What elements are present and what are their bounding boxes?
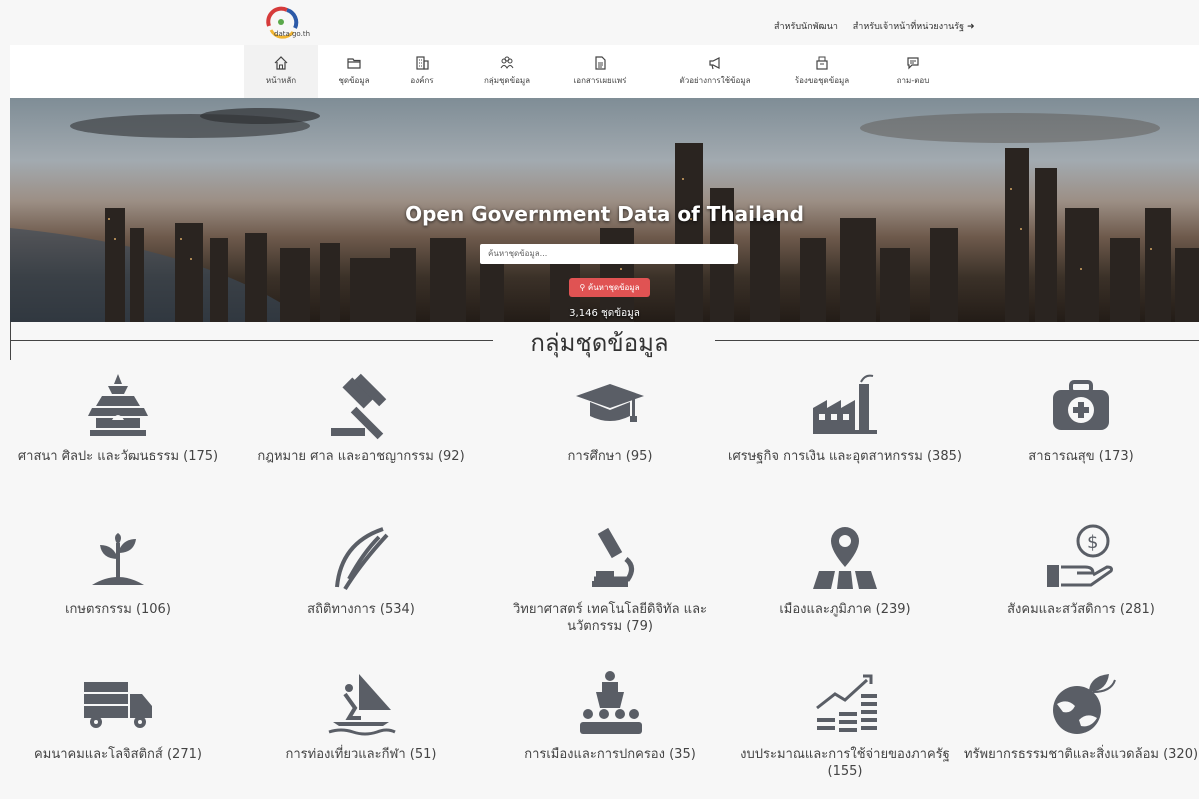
category-tourism-sports[interactable]: การท่องเที่ยวและกีฬา (51) <box>243 668 479 763</box>
category-label: คมนาคมและโลจิสติกส์ (271) <box>34 747 202 762</box>
developer-link[interactable]: สำหรับนักพัฒนา <box>774 22 838 32</box>
category-label: ทรัพยากรธรรมชาติและสิ่งแวดล้อม (320) <box>963 747 1199 762</box>
svg-text:$: $ <box>1087 532 1098 553</box>
category-label: กฎหมาย ศาล และอาชญากรรม (92) <box>257 449 465 464</box>
category-label: วิทยาศาสตร์ เทคโนโลยีดิจิทัล และนวัตกรรม… <box>512 602 708 634</box>
category-law[interactable]: กฎหมาย ศาล และอาชญากรรม (92) <box>243 370 479 465</box>
temple-icon <box>88 374 148 436</box>
nav-label: เอกสารเผยแพร่ <box>573 76 627 85</box>
gavel-icon <box>331 373 387 440</box>
logo-text: data.go.th <box>274 30 311 38</box>
category-environment[interactable]: ทรัพยากรธรรมชาติและสิ่งแวดล้อม (320) <box>963 668 1199 763</box>
building-icon <box>416 56 429 70</box>
category-city-region[interactable]: เมืองและภูมิภาค (239) <box>727 523 963 618</box>
nav-label: องค์กร <box>410 76 434 85</box>
category-label: เกษตรกรรม (106) <box>65 602 171 617</box>
top-links: สำหรับนักพัฒนา สำหรับเจ้าหน้าที่หน่วยงาน… <box>774 19 987 33</box>
medical-kit-icon <box>1053 380 1109 430</box>
category-education[interactable]: การศึกษา (95) <box>492 370 728 465</box>
top-bar: data.go.th สำหรับนักพัฒนา สำหรับเจ้าหน้า… <box>10 0 1199 45</box>
money-hand-icon: $ <box>1047 524 1113 587</box>
microscope-icon <box>592 527 634 587</box>
nav-label: หน้าหลัก <box>265 76 297 85</box>
hero-search-input[interactable]: ค้นหาชุดข้อมูล... <box>480 244 738 264</box>
megaphone-icon <box>709 57 720 70</box>
category-label: สถิติทางการ (534) <box>307 602 415 617</box>
category-religion-culture[interactable]: ศาสนา ศิลปะ และวัฒนธรรม (175) <box>0 370 236 465</box>
nav-item-organizations[interactable]: องค์กร <box>385 45 459 98</box>
document-icon <box>595 56 606 70</box>
search-icon: ⚲ <box>579 283 586 292</box>
main-nav: หน้าหลัก ชุดข้อมูล องค์กร กลุ่มชุดข้อมูล… <box>10 45 1199 98</box>
nav-item-groups[interactable]: กลุ่มชุดข้อมูล <box>470 45 544 98</box>
factory-icon <box>813 374 877 434</box>
category-health[interactable]: สาธารณสุข (173) <box>963 370 1199 465</box>
hero-title: Open Government Data of Thailand <box>405 202 804 226</box>
nav-item-request[interactable]: ร้องขอชุดข้อมูล <box>780 45 864 98</box>
request-icon <box>816 56 828 70</box>
hero-banner: Open Government Data of Thailand ค้นหาชุ… <box>10 98 1199 322</box>
home-icon <box>274 56 288 70</box>
statistics-icon <box>335 527 389 591</box>
nav-label: ชุดข้อมูล <box>338 76 370 85</box>
nav-label: ถาม-ตอบ <box>896 76 930 85</box>
category-label: สาธารณสุข (173) <box>1028 449 1134 464</box>
nav-item-documents[interactable]: เอกสารเผยแพร่ <box>563 45 637 98</box>
windsurf-icon <box>328 674 396 736</box>
category-label: เศรษฐกิจ การเงิน และอุตสาหกรรม (385) <box>728 449 962 464</box>
nav-item-showcases[interactable]: ตัวอย่างการใช้ข้อมูล <box>668 45 762 98</box>
search-button[interactable]: ⚲ ค้นหาชุดข้อมูล <box>569 278 650 297</box>
podium-icon <box>580 671 642 734</box>
category-politics[interactable]: การเมืองและการปกครอง (35) <box>492 668 728 763</box>
category-label: เมืองและภูมิภาค (239) <box>779 602 911 617</box>
category-label: ศาสนา ศิลปะ และวัฒนธรรม (175) <box>17 449 219 464</box>
nav-item-home[interactable]: หน้าหลัก <box>244 45 318 98</box>
nav-label: กลุ่มชุดข้อมูล <box>483 76 531 85</box>
group-icon <box>500 56 514 69</box>
dataset-count: 3,146 ชุดข้อมูล <box>569 308 640 319</box>
folder-icon <box>347 58 361 69</box>
earth-plant-icon <box>1053 674 1116 734</box>
budget-chart-icon <box>816 674 877 732</box>
map-pin-icon <box>813 527 877 589</box>
category-economy[interactable]: เศรษฐกิจ การเงิน และอุตสาหกรรม (385) <box>727 370 963 465</box>
section-title: กลุ่มชุดข้อมูล <box>530 329 669 357</box>
category-science-tech[interactable]: วิทยาศาสตร์ เทคโนโลยีดิจิทัล และนวัตกรรม… <box>492 523 728 635</box>
category-social-welfare[interactable]: $ สังคมและสวัสดิการ (281) <box>963 523 1199 618</box>
category-statistics[interactable]: สถิติทางการ (534) <box>243 523 479 618</box>
nav-item-faq[interactable]: ถาม-ตอบ <box>876 45 950 98</box>
nav-label: ตัวอย่างการใช้ข้อมูล <box>679 76 751 85</box>
truck-icon <box>84 682 152 728</box>
graduation-cap-icon <box>576 384 644 422</box>
nav-label: ร้องขอชุดข้อมูล <box>794 76 850 85</box>
category-budget[interactable]: งบประมาณและการใช้จ่ายของภาครัฐ (155) <box>727 668 963 780</box>
agency-login-link[interactable]: สำหรับเจ้าหน้าที่หน่วยงานรัฐ ➜ <box>853 22 975 32</box>
category-transport[interactable]: คมนาคมและโลจิสติกส์ (271) <box>0 668 236 763</box>
search-button-label: ค้นหาชุดข้อมูล <box>587 283 640 292</box>
nav-item-datasets[interactable]: ชุดข้อมูล <box>317 45 391 98</box>
category-label: การท่องเที่ยวและกีฬา (51) <box>285 747 437 762</box>
category-label: สังคมและสวัสดิการ (281) <box>1007 602 1155 617</box>
category-label: การเมืองและการปกครอง (35) <box>524 747 696 762</box>
category-agriculture[interactable]: เกษตรกรรม (106) <box>0 523 236 618</box>
category-label: การศึกษา (95) <box>567 449 653 464</box>
chat-icon <box>907 57 919 70</box>
login-icon: ➜ <box>966 22 975 32</box>
category-label: งบประมาณและการใช้จ่ายของภาครัฐ (155) <box>740 747 950 779</box>
sprout-icon <box>92 533 144 585</box>
